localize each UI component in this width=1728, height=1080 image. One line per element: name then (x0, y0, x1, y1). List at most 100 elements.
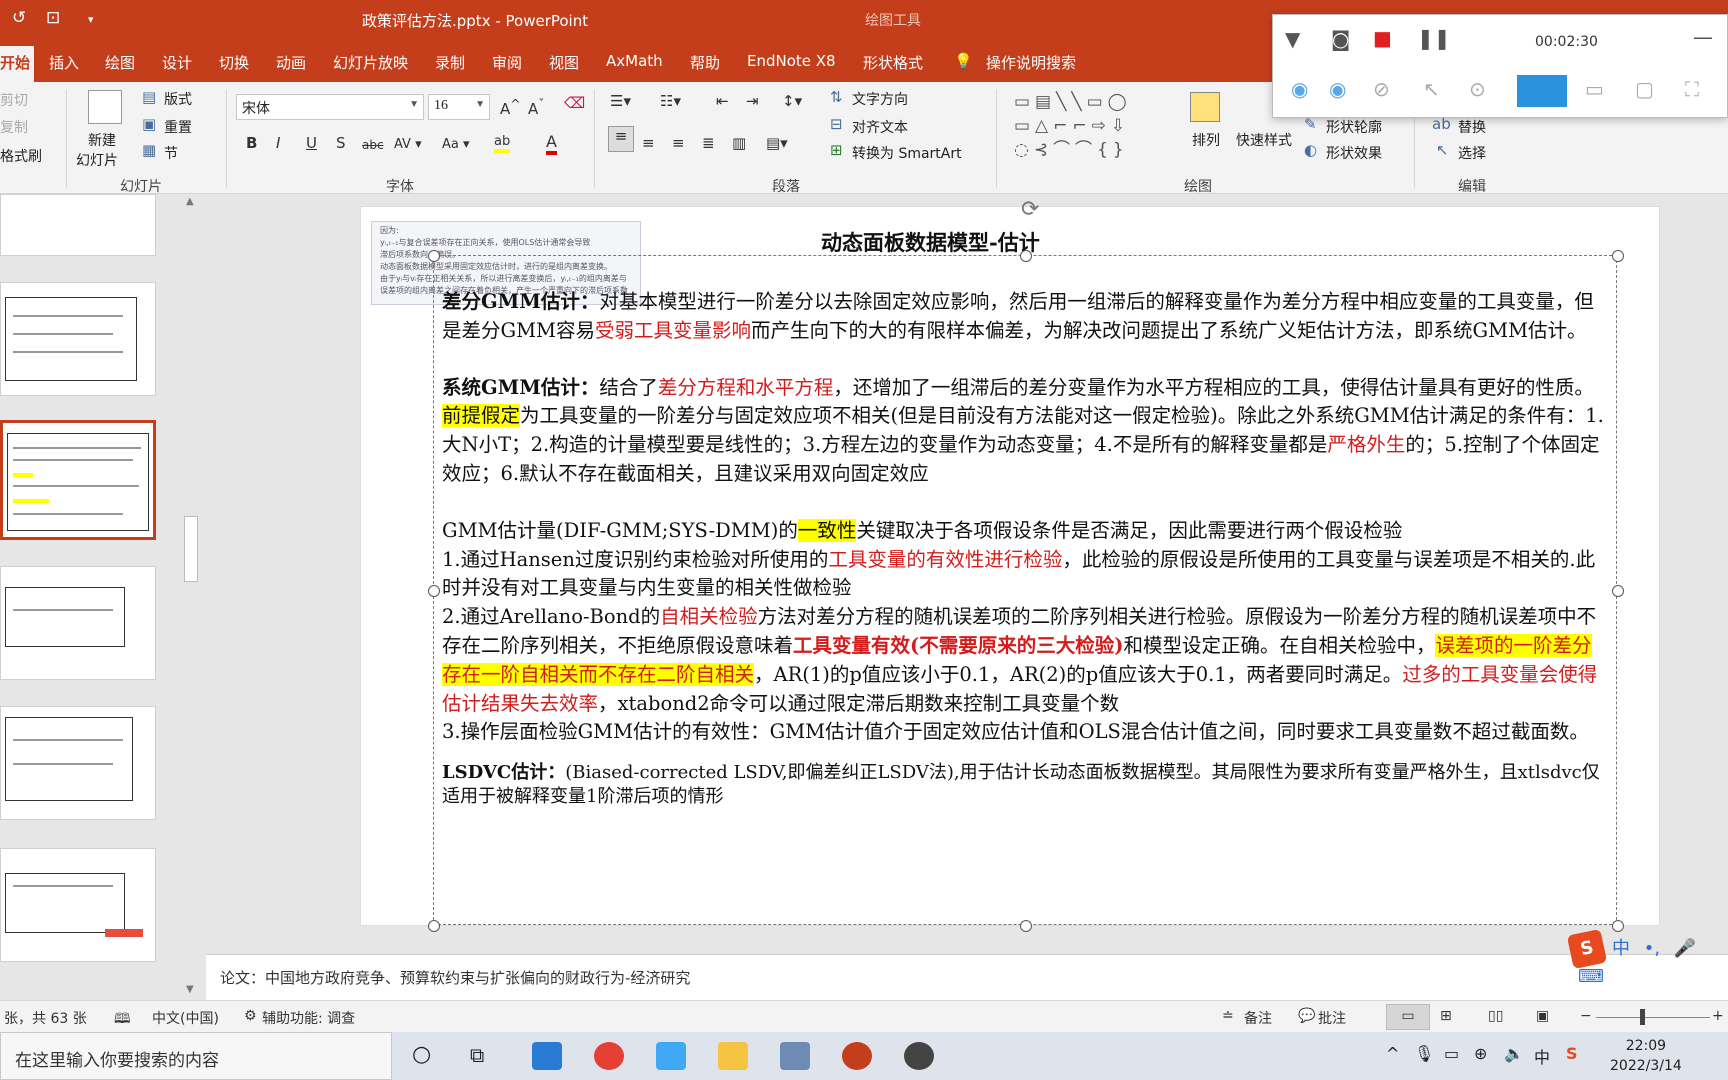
file-explorer-icon[interactable] (718, 1042, 748, 1070)
spellcheck-icon[interactable]: 🕮 (114, 1008, 131, 1032)
chrome-icon[interactable] (594, 1042, 624, 1070)
accessibility-status[interactable]: 辅助功能: 调查 (262, 1008, 355, 1028)
comments-button[interactable]: 批注 (1318, 1008, 1346, 1028)
minimize-icon[interactable]: — (1693, 25, 1713, 49)
clear-format-icon[interactable]: ⌫ (564, 94, 585, 112)
stop-record-icon[interactable]: ■ (1373, 26, 1392, 50)
font-name-combo[interactable]: 宋体 ▼ (236, 94, 424, 120)
tab-insert[interactable]: 插入 (49, 52, 79, 73)
window-capture-icon[interactable]: ▭ (1585, 77, 1604, 101)
resize-handle[interactable] (1612, 920, 1624, 932)
tab-animations[interactable]: 动画 (276, 52, 306, 73)
new-slide-label-2[interactable]: 幻灯片 (76, 150, 118, 170)
slide-thumbnail[interactable] (0, 194, 156, 256)
thumbnail-scrollbar[interactable]: ▲ ▼ (182, 196, 200, 1000)
text-box[interactable]: 差分GMM估计：对基本模型进行一阶差分以去除固定效应影响，然后用一组滞后的解释变… (428, 250, 1624, 932)
sogou-tray-icon[interactable]: S (1566, 1044, 1578, 1063)
zoom-slider-thumb[interactable] (1640, 1009, 1645, 1025)
zoom-out-icon[interactable]: − (1580, 1008, 1592, 1024)
cut-button[interactable]: 剪切 (0, 90, 28, 110)
scroll-up-icon[interactable]: ▲ (186, 196, 194, 207)
shape-gallery[interactable]: ▭▤╲╲▭◯ ▭△⌐⌐⇨⇩ ◌⊰⌒⌒{} (1014, 90, 1166, 166)
font-shrink-icon[interactable]: Aˇ (528, 96, 545, 118)
align-right-icon[interactable]: ≡ (672, 134, 685, 152)
scroll-down-icon[interactable]: ▼ (186, 984, 194, 995)
text-direction-button[interactable]: 文字方向 (852, 89, 908, 109)
ime-mic-icon[interactable]: 🎤 (1674, 938, 1696, 959)
resize-handle[interactable] (1020, 250, 1032, 262)
network-icon[interactable]: ⊕ (1474, 1044, 1487, 1063)
slide-body-text[interactable]: 差分GMM估计：对基本模型进行一阶差分以去除固定效应影响，然后用一组滞后的解释变… (442, 288, 1608, 809)
autosave-icon[interactable]: ↺ (12, 8, 26, 28)
select-button[interactable]: 选择 (1458, 143, 1486, 163)
ime-toolbar[interactable]: S中 •, 🎤 ⌨ (1566, 928, 1728, 987)
section-button[interactable]: 节 (164, 143, 178, 163)
numbering-icon[interactable]: ☷▾ (660, 92, 681, 110)
ime-tray-icon[interactable]: 中 (1534, 1044, 1550, 1068)
arrange-icon[interactable] (1190, 92, 1220, 122)
powerpoint-icon[interactable] (842, 1042, 872, 1070)
quick-styles-button[interactable]: 快速样式 (1236, 130, 1292, 150)
tray-mic-icon[interactable]: 🎙 (1414, 1044, 1434, 1063)
keyboard-icon[interactable]: ⌨ (1578, 966, 1604, 987)
slide-thumbnail[interactable] (0, 566, 156, 680)
punctuation-icon[interactable]: •, (1644, 938, 1660, 959)
strikethrough-icon[interactable]: abc (362, 138, 384, 152)
resize-handle[interactable] (1612, 585, 1624, 597)
highlight-icon[interactable]: ab (494, 134, 511, 153)
slide-thumbnail[interactable] (0, 848, 156, 962)
taskbar-search[interactable]: 在这里输入你要搜索的内容 (0, 1032, 392, 1080)
underline-icon[interactable]: U (306, 134, 317, 152)
notes-button[interactable]: 备注 (1244, 1008, 1272, 1028)
tab-draw[interactable]: 绘图 (105, 52, 135, 73)
present-icon[interactable]: ⊡ (46, 8, 60, 28)
rotate-handle-icon[interactable]: ⟳ (1021, 197, 1039, 222)
bullets-icon[interactable]: ☰▾ (610, 92, 631, 110)
reading-view-icon[interactable]: ▯▯ (1488, 1008, 1503, 1024)
align-text-button[interactable]: 对齐文本 (852, 117, 908, 137)
webcam-off-icon[interactable]: ⊘ (1373, 77, 1390, 101)
line-spacing-icon[interactable]: ↕▾ (782, 92, 802, 110)
resize-handle[interactable] (428, 250, 440, 262)
tab-endnote[interactable]: EndNote X8 (747, 52, 836, 70)
decrease-indent-icon[interactable]: ⇤ (716, 92, 729, 110)
slide-thumbnail[interactable] (0, 282, 156, 396)
tab-transitions[interactable]: 切换 (219, 52, 249, 73)
new-slide-icon[interactable] (88, 90, 122, 124)
cortana-icon[interactable]: ○ (412, 1042, 431, 1067)
italic-icon[interactable]: I (276, 134, 280, 152)
bold-icon[interactable]: B (246, 134, 257, 152)
zoom-slider[interactable] (1596, 1017, 1710, 1018)
slideshow-view-icon[interactable]: ▣ (1536, 1008, 1549, 1024)
increase-indent-icon[interactable]: ⇥ (746, 92, 759, 110)
shape-effects-button[interactable]: 形状效果 (1326, 143, 1382, 163)
resize-handle[interactable] (1020, 920, 1032, 932)
scrollbar-thumb[interactable] (184, 516, 198, 582)
reset-button[interactable]: 重置 (164, 117, 192, 137)
arrange-button[interactable]: 排列 (1192, 130, 1220, 150)
tab-help[interactable]: 帮助 (690, 52, 720, 73)
new-slide-label[interactable]: 新建 (88, 130, 116, 150)
system-clock[interactable]: 22:09 2022/3/14 (1610, 1036, 1682, 1076)
tab-record[interactable]: 录制 (435, 52, 465, 73)
tab-shape-format[interactable]: 形状格式 (863, 52, 923, 73)
mail-icon[interactable] (532, 1042, 562, 1070)
zoom-in-icon[interactable]: + (1712, 1008, 1724, 1024)
replace-button[interactable]: 替换 (1458, 117, 1486, 137)
align-left-icon[interactable]: ≡ (608, 126, 634, 152)
calendar-app-icon[interactable] (780, 1042, 810, 1070)
resize-handle[interactable] (428, 920, 440, 932)
slide-thumbnail[interactable] (0, 706, 156, 820)
format-painter-button[interactable]: 格式刷 (0, 146, 42, 166)
tab-view[interactable]: 视图 (549, 52, 579, 73)
speaker-icon[interactable]: ◉ (1329, 77, 1346, 101)
pin-icon[interactable]: ⊙ (1469, 77, 1486, 101)
layout-button[interactable]: 版式 (164, 89, 192, 109)
camera-icon[interactable]: ◙ (1331, 27, 1350, 51)
tab-axmath[interactable]: AxMath (606, 52, 663, 70)
region-capture-icon[interactable]: ▢ (1635, 77, 1654, 101)
shadow-icon[interactable]: S (336, 134, 346, 152)
resize-handle[interactable] (1612, 250, 1624, 262)
fullscreen-capture-button[interactable] (1517, 75, 1567, 107)
change-case-icon[interactable]: Aa ▾ (442, 137, 470, 152)
